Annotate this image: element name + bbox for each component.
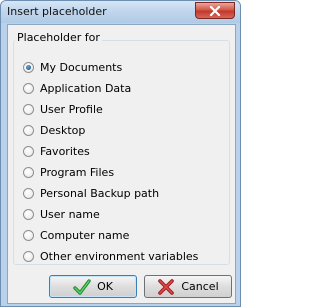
radio-label: Desktop bbox=[40, 123, 86, 137]
radio-button[interactable] bbox=[23, 103, 34, 115]
radio-my-documents[interactable]: My Documents bbox=[23, 59, 122, 75]
radio-label: Program Files bbox=[40, 165, 115, 179]
ok-button[interactable]: OK bbox=[49, 275, 137, 298]
x-icon bbox=[158, 278, 175, 295]
radio-label: User name bbox=[40, 207, 100, 221]
group-label: Placeholder for bbox=[15, 31, 102, 44]
radio-label: Other environment variables bbox=[40, 249, 199, 263]
radio-label: Favorites bbox=[40, 144, 90, 158]
radio-button[interactable] bbox=[23, 61, 34, 73]
radio-personal-backup-path[interactable]: Personal Backup path bbox=[23, 185, 159, 201]
radio-desktop[interactable]: Desktop bbox=[23, 122, 85, 138]
radio-button[interactable] bbox=[23, 82, 34, 94]
radio-label: Personal Backup path bbox=[40, 186, 160, 200]
radio-favorites[interactable]: Favorites bbox=[23, 143, 90, 159]
radio-computer-name[interactable]: Computer name bbox=[23, 227, 129, 243]
checkmark-icon bbox=[73, 278, 91, 295]
title-bar[interactable]: Insert placeholder bbox=[1, 1, 240, 23]
radio-other-environment-variables[interactable]: Other environment variables bbox=[23, 248, 198, 264]
radio-button[interactable] bbox=[23, 145, 34, 157]
close-button[interactable] bbox=[195, 2, 235, 19]
radio-button[interactable] bbox=[23, 229, 34, 241]
radio-label: Application Data bbox=[40, 81, 132, 95]
radio-button[interactable] bbox=[23, 166, 34, 178]
radio-button[interactable] bbox=[23, 208, 34, 220]
radio-button[interactable] bbox=[23, 250, 34, 262]
close-icon bbox=[209, 6, 221, 16]
cancel-button[interactable]: Cancel bbox=[144, 275, 232, 298]
radio-label: My Documents bbox=[40, 60, 123, 74]
radio-program-files[interactable]: Program Files bbox=[23, 164, 114, 180]
radio-user-profile[interactable]: User Profile bbox=[23, 101, 103, 117]
window-title: Insert placeholder bbox=[7, 5, 107, 18]
ok-label: OK bbox=[97, 280, 113, 293]
radio-label: User Profile bbox=[40, 102, 103, 116]
radio-label: Computer name bbox=[40, 228, 130, 242]
radio-application-data[interactable]: Application Data bbox=[23, 80, 131, 96]
dialog-client: My Documents Application Data User Profi… bbox=[7, 24, 236, 304]
radio-button[interactable] bbox=[23, 187, 34, 199]
placeholder-group: My Documents Application Data User Profi… bbox=[13, 40, 230, 265]
radio-button[interactable] bbox=[23, 124, 34, 136]
dialog-window: Insert placeholder My Documents Applicat… bbox=[0, 0, 241, 307]
radio-user-name[interactable]: User name bbox=[23, 206, 100, 222]
cancel-label: Cancel bbox=[181, 280, 219, 293]
